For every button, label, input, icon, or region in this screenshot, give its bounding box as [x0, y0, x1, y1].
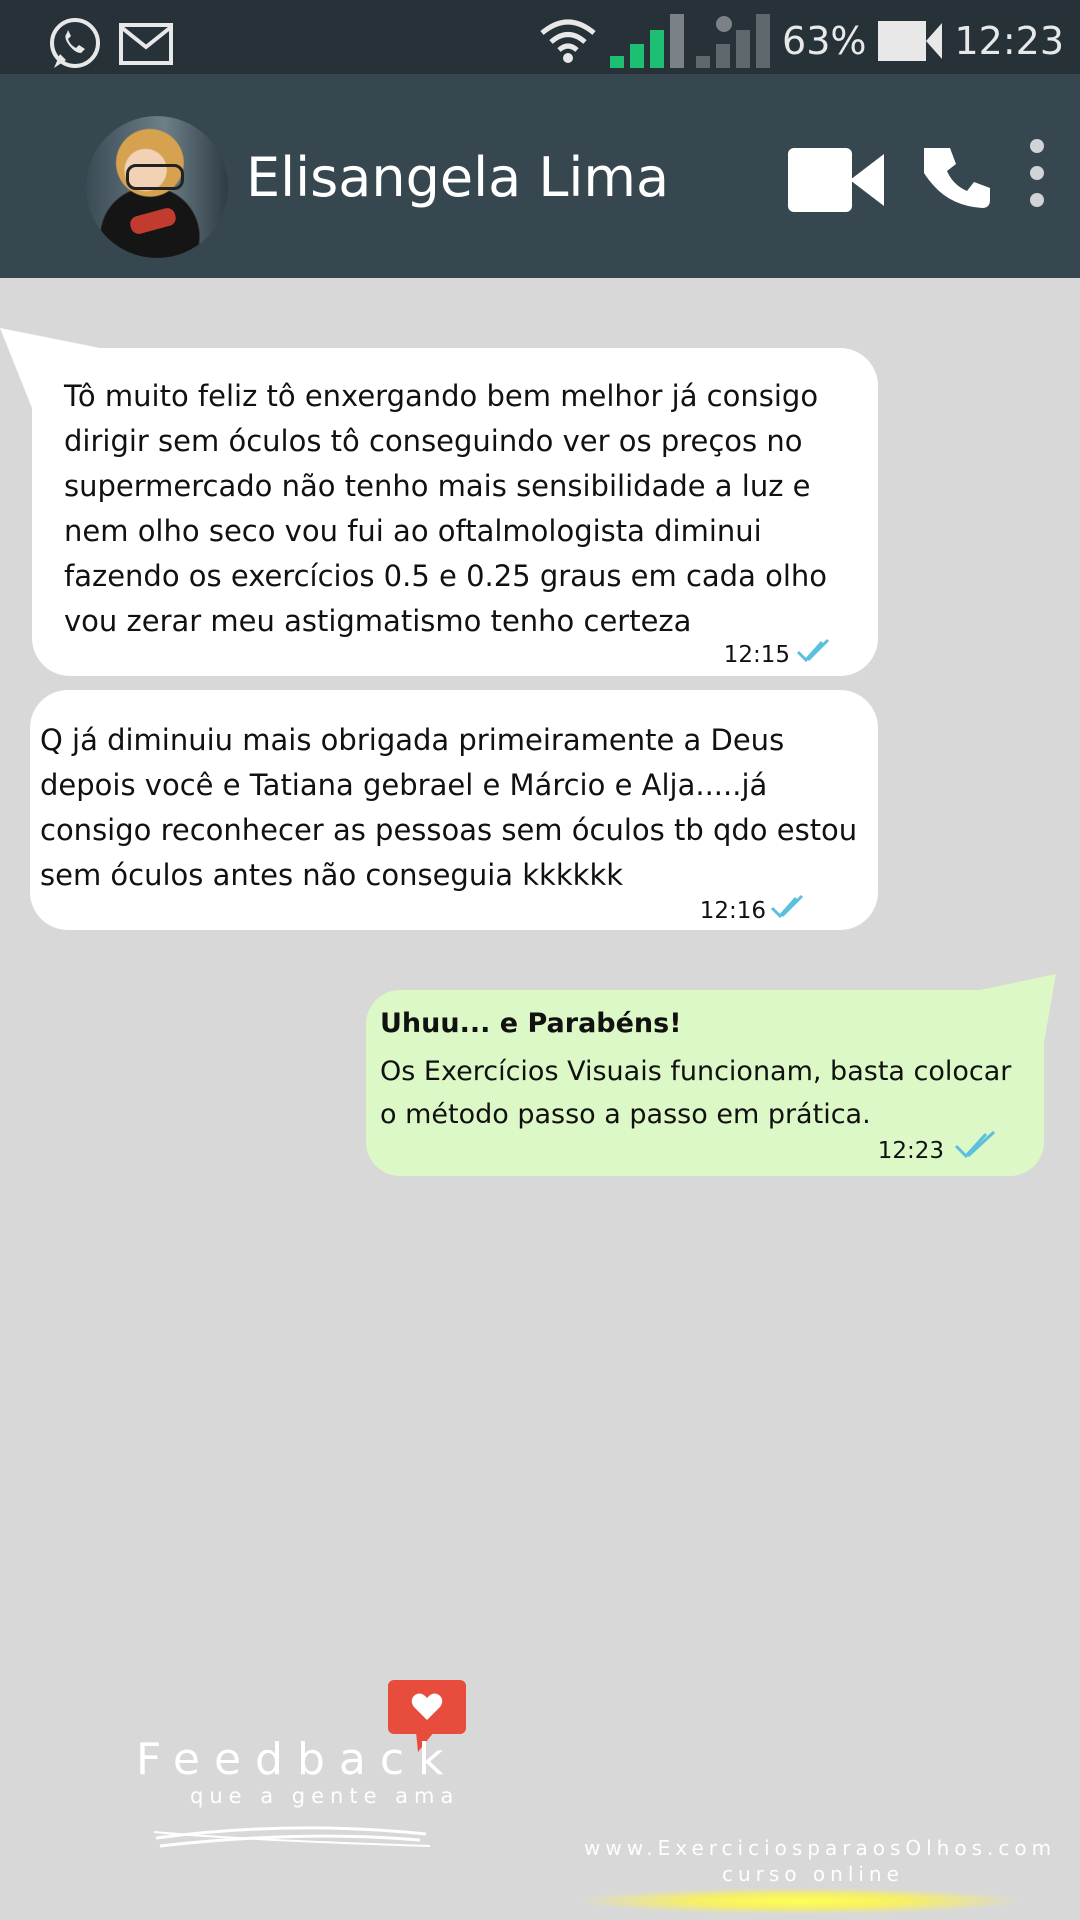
website-subtitle: curso online — [722, 1862, 904, 1886]
glow-underline — [580, 1888, 1020, 1914]
status-bar: 63% 12:23 — [0, 0, 1080, 74]
message-bubble-incoming[interactable]: Tô muito feliz tô enxergando bem melhor … — [32, 348, 878, 676]
battery-percent: 63% — [782, 19, 867, 63]
chat-header: Elisangela Lima — [0, 74, 1080, 278]
message-text: Os Exercícios Visuais funcionam, basta c… — [380, 1056, 1012, 1130]
signal-icon — [610, 14, 685, 68]
message-time: 12:15 — [723, 642, 790, 668]
read-ticks-icon — [954, 1130, 996, 1159]
message-bubble-outgoing[interactable]: Uhuu... e Parabéns! Os Exercícios Visuai… — [366, 990, 1044, 1176]
message-bubble-incoming[interactable]: Q já diminuiu mais obrigada primeirament… — [30, 690, 878, 930]
message-text: Tô muito feliz tô enxergando bem melhor … — [64, 379, 828, 638]
read-ticks-icon — [770, 894, 804, 919]
phone-call-icon[interactable] — [924, 144, 992, 212]
contact-avatar[interactable] — [86, 116, 228, 258]
message-time: 12:23 — [877, 1138, 944, 1164]
message-title: Uhuu... e Parabéns! — [380, 1008, 682, 1039]
brand-swoosh — [153, 1826, 431, 1848]
website-url[interactable]: www.ExerciciosparaosOlhos.com — [584, 1836, 1056, 1860]
video-call-icon[interactable] — [788, 148, 884, 212]
contact-name[interactable]: Elisangela Lima — [246, 146, 669, 209]
brand-word: Feedback — [136, 1734, 458, 1785]
whatsapp-icon — [50, 18, 100, 68]
status-time: 12:23 — [954, 19, 1064, 63]
signal-icon-2 — [696, 14, 771, 68]
message-time: 12:16 — [699, 898, 766, 924]
brand-subtitle: que a gente ama — [190, 1784, 460, 1808]
wifi-icon — [540, 19, 596, 63]
battery-icon — [878, 21, 943, 61]
more-options-icon[interactable] — [1026, 136, 1048, 210]
message-text: Q já diminuiu mais obrigada primeirament… — [40, 723, 858, 892]
read-ticks-icon — [796, 638, 830, 663]
email-icon — [119, 23, 173, 65]
